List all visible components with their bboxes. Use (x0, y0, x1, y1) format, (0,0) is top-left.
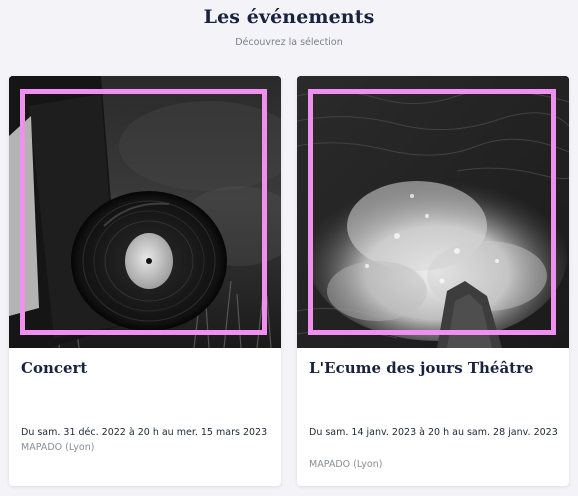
event-card-ecume-des-jours[interactable]: L'Ecume des jours Théâtre Du sam. 14 jan… (297, 76, 569, 486)
event-card-concert[interactable]: Concert Du sam. 31 déc. 2022 à 20 h au m… (9, 76, 281, 486)
event-dates: Du sam. 14 janv. 2023 à 20 h au sam. 28 … (309, 427, 558, 438)
event-image-ocean-waves[interactable] (297, 76, 569, 348)
image-frame-overlay (20, 89, 267, 335)
image-frame-overlay (308, 89, 556, 335)
section-subtitle: Découvrez la sélection (235, 37, 343, 48)
section-title: Les événements (203, 6, 375, 28)
event-title[interactable]: L'Ecume des jours Théâtre (309, 358, 559, 378)
event-place: MAPADO (Lyon) (21, 442, 95, 453)
event-title[interactable]: Concert (21, 358, 271, 378)
event-image-vinyl-record[interactable] (9, 76, 281, 348)
event-place: MAPADO (Lyon) (309, 459, 383, 470)
event-dates: Du sam. 31 déc. 2022 à 20 h au mer. 15 m… (21, 427, 268, 438)
